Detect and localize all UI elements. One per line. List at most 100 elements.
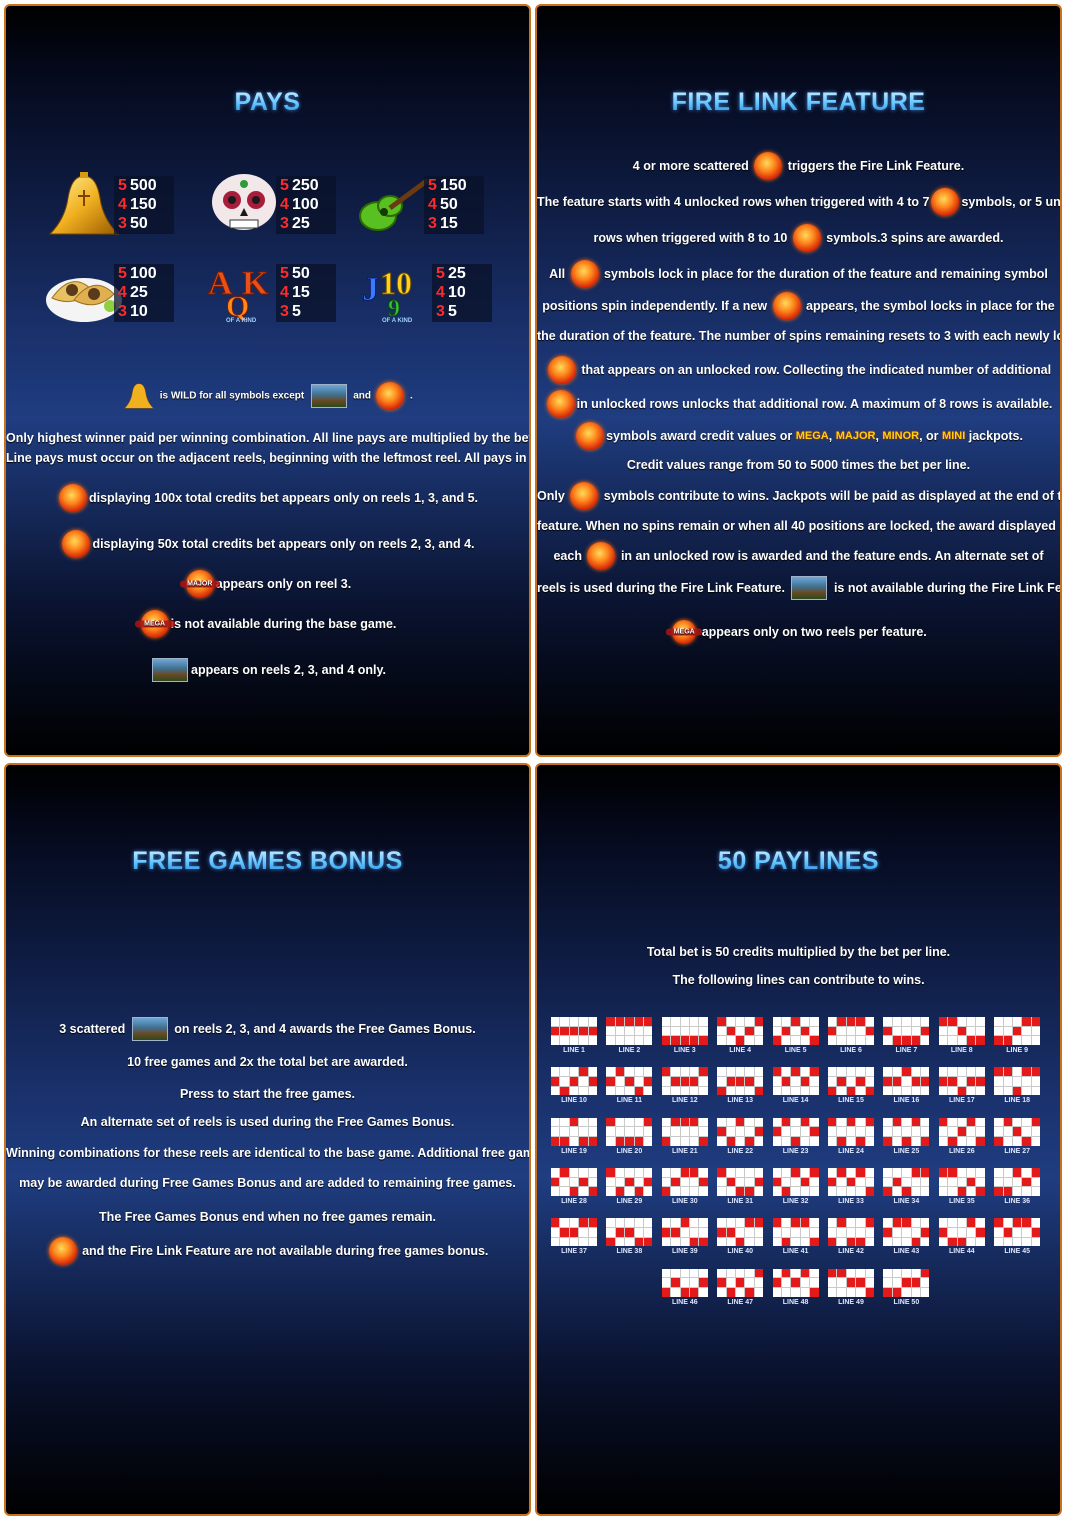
payline-cell: [856, 1177, 865, 1187]
payline-cells: [661, 1067, 708, 1096]
payline-cell: [856, 1127, 865, 1136]
payline-cell: [810, 1278, 819, 1287]
payline-cell: [634, 1237, 643, 1247]
payline-cell: [606, 1237, 615, 1247]
payline-cell: [680, 1086, 689, 1096]
payline-cell: [911, 1117, 920, 1127]
payline-cell: [680, 1227, 689, 1237]
payline-cell: [551, 1076, 560, 1086]
payline-cell: [800, 1127, 810, 1136]
payline-cell: [661, 1278, 671, 1287]
payline-cell: [1031, 1067, 1041, 1076]
payline-cells: [883, 1117, 930, 1146]
payline-cell: [560, 1177, 569, 1187]
payline-cell: [856, 1117, 865, 1127]
payline-cell: [911, 1187, 920, 1196]
payline-cell: [994, 1067, 1003, 1076]
payline-cell: [892, 1177, 902, 1187]
payline-cell: [791, 1177, 800, 1187]
payline-cell: [588, 1227, 597, 1237]
payline-cell: [735, 1117, 745, 1127]
pay-akq: A K Q OF A KIND 5 50 4 15 35: [206, 260, 356, 326]
golden-bell-icon: [124, 383, 155, 409]
payline-diagram: LINE 6: [828, 1017, 874, 1057]
payline-cell: [837, 1117, 846, 1127]
payline-cell: [726, 1076, 735, 1086]
payline-cell: [754, 1086, 764, 1096]
pays-title: PAYS: [6, 88, 529, 117]
payline-cell: [606, 1218, 615, 1227]
payline-cell: [1003, 1136, 1012, 1146]
payline-cell: [781, 1127, 791, 1136]
payline-cell: [902, 1177, 911, 1187]
payline-cell: [726, 1127, 735, 1136]
payline-cell: [606, 1187, 615, 1196]
payline-cell: [680, 1076, 689, 1086]
payline-diagram: LINE 48: [772, 1268, 819, 1309]
payline-diagram: LINE 9: [994, 1017, 1041, 1057]
payline-cell: [846, 1287, 856, 1297]
payline-cell: [892, 1017, 902, 1026]
payline-cell: [661, 1227, 671, 1237]
payline-cell: [634, 1218, 643, 1227]
payline-cell: [735, 1237, 745, 1247]
payline-cell: [689, 1117, 699, 1127]
payline-label: LINE 2: [618, 1047, 641, 1054]
payline-cell: [772, 1237, 781, 1247]
payline-label: LINE 12: [671, 1097, 698, 1105]
payline-cell: [837, 1227, 846, 1237]
payline-cell: [976, 1177, 985, 1187]
payline-cell: [680, 1278, 689, 1287]
fire-line-12: feature. When no spins remain or when al…: [537, 519, 1062, 533]
payline-cell: [735, 1036, 745, 1045]
payline-cell: [560, 1218, 569, 1227]
payline-cell: [994, 1086, 1003, 1096]
payline-cell: [994, 1017, 1003, 1026]
payline-cell: [966, 1136, 976, 1146]
payline-cell: [551, 1177, 560, 1187]
mega-fireball-icon: MEGA: [666, 620, 703, 644]
payline-cell: [699, 1127, 708, 1136]
payline-cell: [560, 1227, 569, 1237]
payline-cell: [745, 1187, 754, 1196]
payline-cell: [588, 1136, 597, 1146]
payline-cell: [791, 1167, 800, 1177]
payline-cell: [957, 1067, 966, 1076]
payline-cells: [717, 1067, 764, 1096]
payline-label: LINE 46: [671, 1298, 698, 1306]
payline-diagram: LINE 47: [717, 1268, 764, 1309]
payline-cell: [699, 1227, 708, 1237]
payline-cell: [643, 1237, 653, 1247]
payline-cell: [569, 1026, 579, 1036]
payline-cell: [902, 1278, 911, 1287]
payline-cell: [966, 1167, 976, 1177]
payline-cell: [1003, 1036, 1012, 1045]
paytable-values: 5 25 4 10 35: [432, 264, 492, 322]
payline-cells: [606, 1167, 653, 1196]
payline-label: LINE 44: [948, 1248, 975, 1256]
payline-cell: [920, 1086, 930, 1096]
payline-cell: [781, 1177, 791, 1187]
payline-cell: [902, 1017, 911, 1026]
payline-cell: [828, 1187, 837, 1196]
payline-cell: [634, 1187, 643, 1196]
payline-cell: [680, 1067, 689, 1076]
payline-cell: [745, 1017, 754, 1026]
payline-cell: [810, 1218, 819, 1227]
payline-cell: [883, 1117, 892, 1127]
payline-diagram: LINE 50: [883, 1268, 930, 1309]
payline-cell: [689, 1218, 699, 1227]
payline-cell: [837, 1287, 846, 1297]
payline-label: LINE 24: [838, 1147, 864, 1155]
payline-cell: [726, 1086, 735, 1096]
payline-label: LINE 23: [782, 1147, 809, 1155]
payline-cell: [717, 1136, 726, 1146]
payline-cell: [689, 1278, 699, 1287]
payline-cell: [902, 1127, 911, 1136]
payline-cell: [957, 1086, 966, 1096]
payline-cell: [643, 1177, 653, 1187]
payline-cell: [810, 1127, 819, 1136]
payline-cell: [837, 1067, 846, 1076]
payline-cell: [976, 1017, 985, 1026]
payline-cell: [837, 1136, 846, 1146]
